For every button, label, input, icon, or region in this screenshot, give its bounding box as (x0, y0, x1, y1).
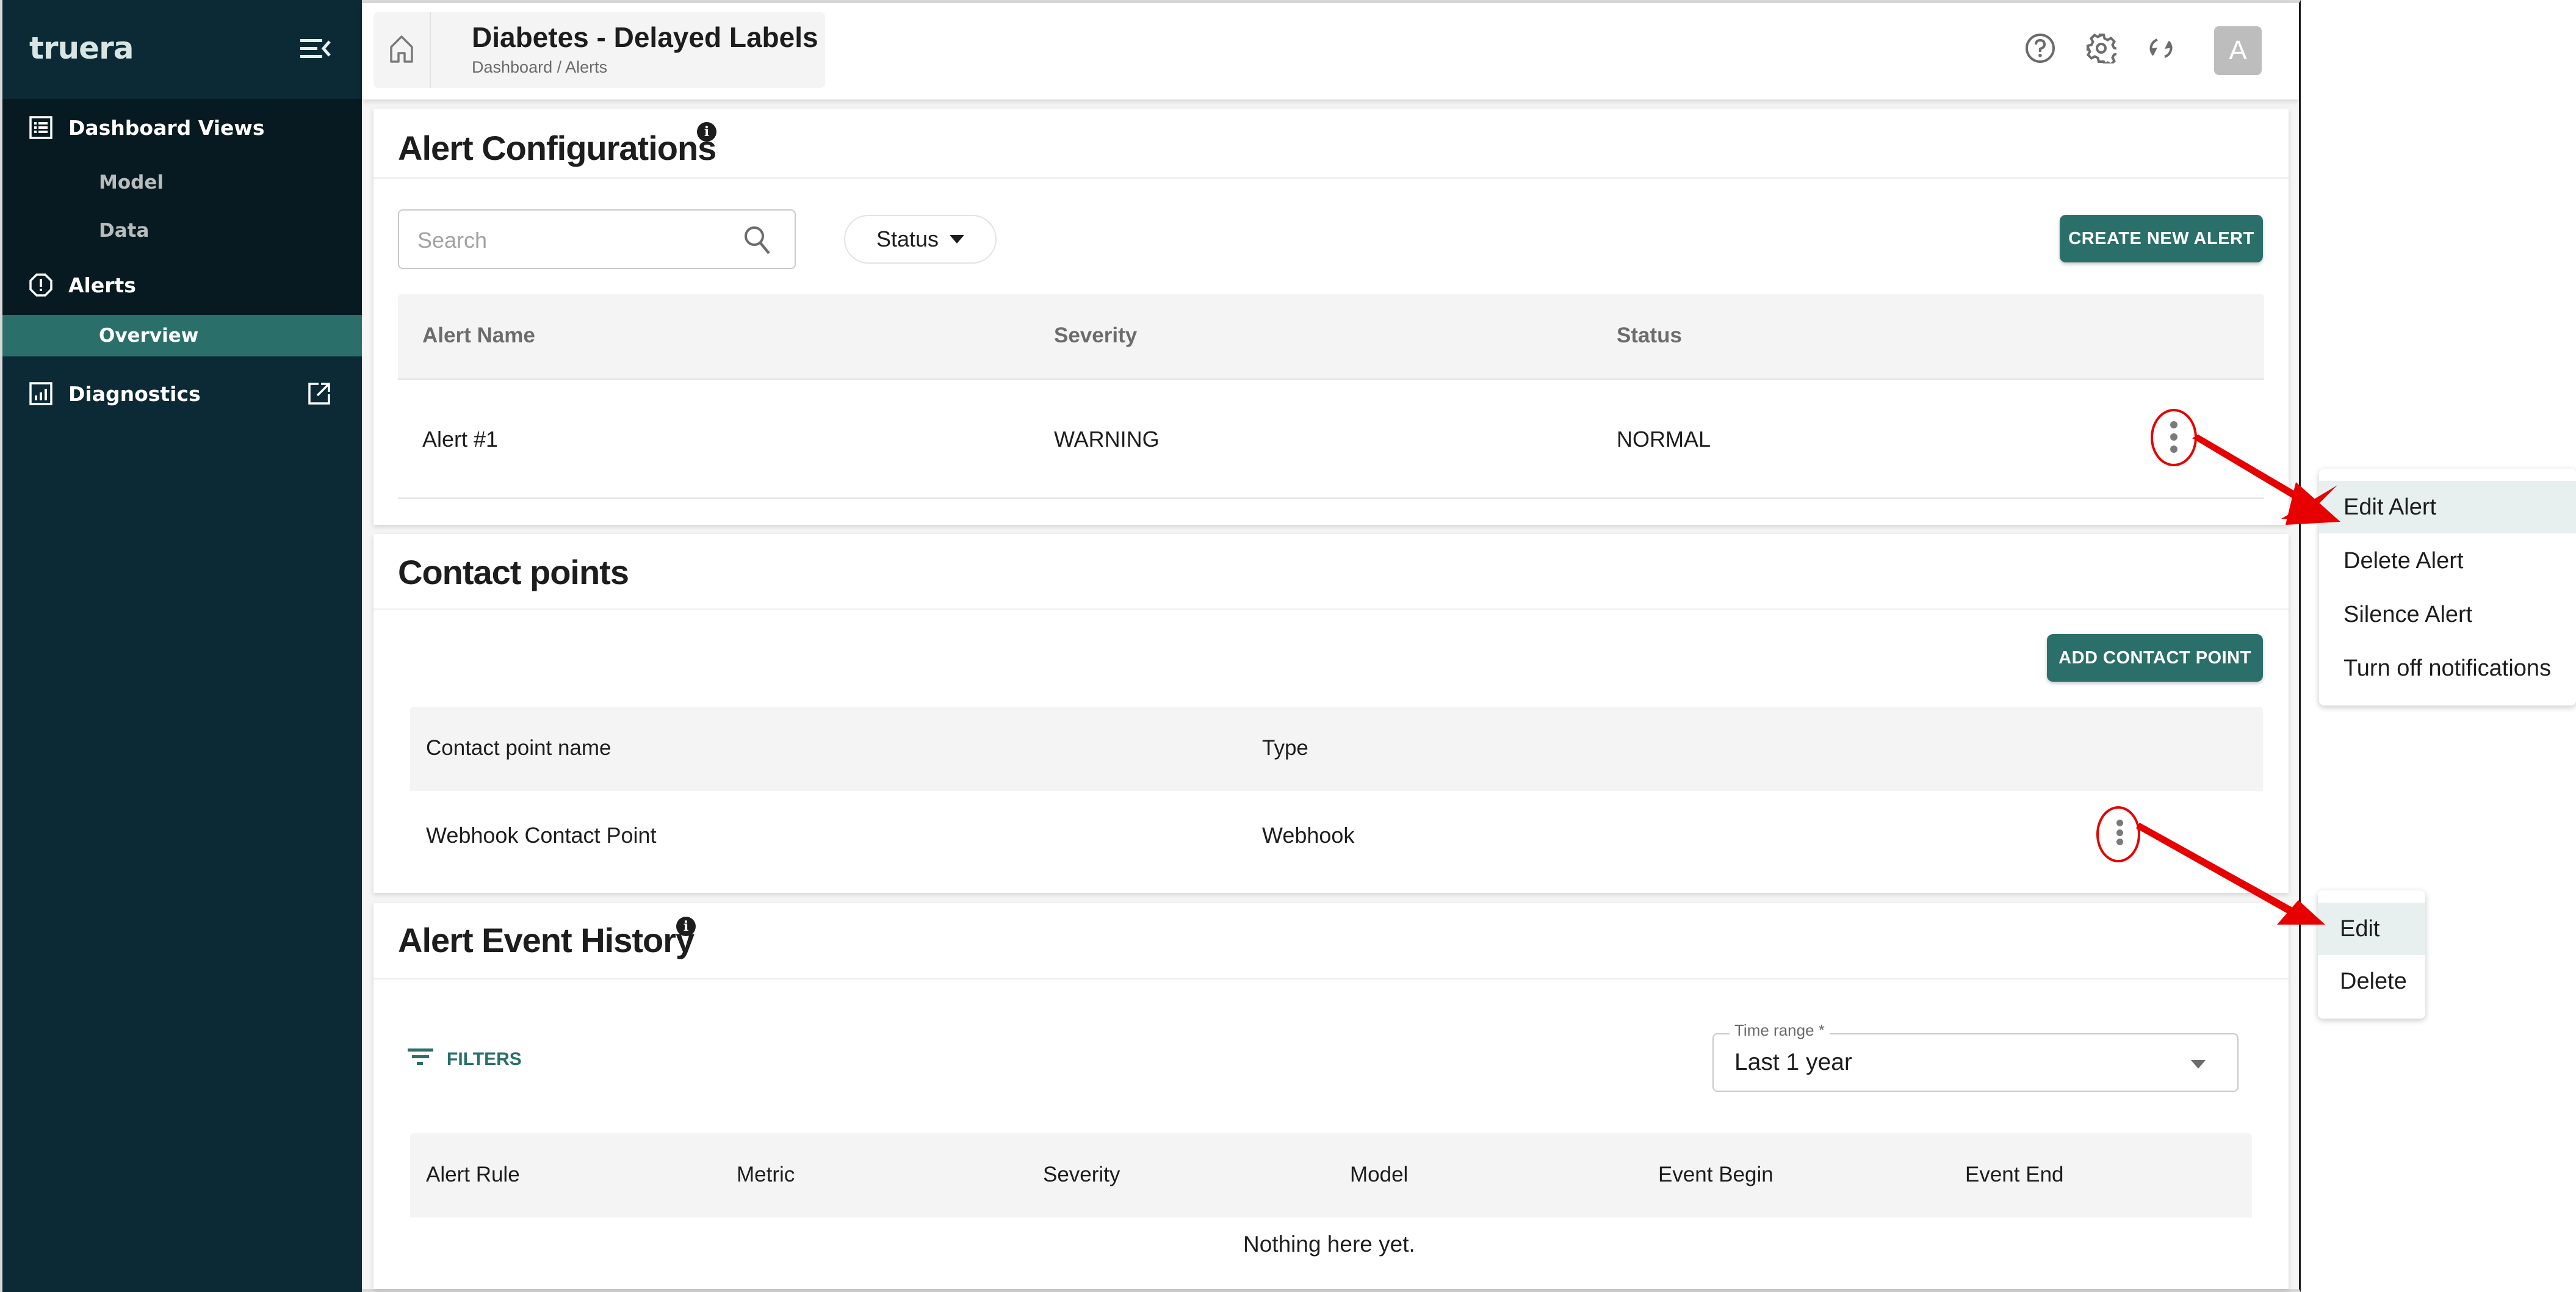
annotation-circle (2151, 409, 2197, 466)
menu-item-edit-alert[interactable]: Edit Alert (2319, 481, 2576, 533)
sidebar-header: truera (2, 0, 362, 99)
menu-item-edit[interactable]: Edit (2318, 903, 2425, 955)
table-row[interactable]: Alert #1 WARNING NORMAL (398, 380, 2264, 497)
alert-octagon-icon (29, 273, 52, 297)
column-header-severity[interactable]: Severity (1043, 1163, 1120, 1187)
sidebar-item-label: Dashboard Views (68, 115, 265, 140)
time-range-select[interactable]: Time range * Last 1 year (1712, 1021, 2239, 1092)
alert-actions-menu: Edit Alert Delete Alert Silence Alert Tu… (2319, 469, 2576, 706)
help-button[interactable] (2025, 33, 2055, 67)
avatar[interactable]: A (2214, 26, 2262, 75)
row-divider (398, 497, 2264, 499)
filter-icon (408, 1047, 433, 1072)
menu-item-silence-alert[interactable]: Silence Alert (2319, 588, 2576, 641)
chart-icon (29, 382, 52, 405)
alert-configurations-card: Alert Configurations i Status CREATE NEW… (373, 109, 2289, 525)
menu-item-delete[interactable]: Delete (2318, 955, 2425, 1008)
table-row[interactable]: Webhook Contact Point Webhook (410, 791, 2263, 882)
alert-severity-cell: WARNING (1054, 427, 1160, 452)
annotation-circle (2096, 806, 2140, 862)
caret-down-icon (2191, 1060, 2206, 1069)
column-header-alert-rule[interactable]: Alert Rule (426, 1163, 520, 1187)
home-icon (389, 35, 414, 66)
contact-name-cell: Webhook Contact Point (426, 823, 657, 848)
truera-logo[interactable]: truera (29, 31, 134, 66)
alert-event-history-title: Alert Event History (398, 921, 695, 959)
empty-state-message: Nothing here yet. (1243, 1232, 1415, 1257)
card-divider (373, 978, 2289, 980)
alert-event-history-card: Alert Event History i FILTERS Time range… (373, 903, 2289, 1289)
sidebar-item-dashboard-views[interactable]: Dashboard Views (2, 104, 362, 151)
search-icon[interactable] (743, 225, 771, 259)
breadcrumb: Dashboard / Alerts (472, 58, 608, 76)
alert-name-cell: Alert #1 (422, 427, 499, 452)
list-icon (29, 116, 52, 139)
caret-down-icon (950, 235, 965, 244)
alert-search-input[interactable] (417, 225, 710, 256)
sidebar-item-data[interactable]: Data (2, 207, 362, 254)
project-title: Diabetes - Delayed Labels (472, 21, 818, 53)
column-header-type[interactable]: Type (1262, 736, 1308, 760)
time-range-value: Last 1 year (1734, 1049, 1852, 1075)
sidebar-item-alerts[interactable]: Alerts (2, 261, 362, 309)
home-button[interactable] (373, 12, 431, 88)
alert-status-cell: NORMAL (1617, 427, 1711, 452)
sidebar-item-model[interactable]: Model (2, 159, 362, 206)
sidebar-item-label: Alerts (68, 273, 136, 297)
alert-configurations-title: Alert Configurations (398, 129, 716, 167)
column-header-event-begin[interactable]: Event Begin (1658, 1163, 1773, 1187)
column-header-metric[interactable]: Metric (737, 1163, 795, 1187)
column-header-alert-name[interactable]: Alert Name (422, 323, 535, 348)
contact-points-card: Contact points ADD CONTACT POINT Contact… (373, 534, 2289, 893)
sidebar-item-label: Model (99, 171, 164, 193)
sidebar-item-diagnostics[interactable]: Diagnostics (2, 370, 362, 417)
column-header-status[interactable]: Status (1617, 323, 1682, 348)
filters-button[interactable]: FILTERS (408, 1047, 522, 1072)
card-divider (373, 608, 2289, 610)
info-icon[interactable]: i (676, 917, 696, 936)
column-header-event-end[interactable]: Event End (1965, 1163, 2064, 1187)
collapse-sidebar-icon[interactable] (300, 38, 331, 60)
alert-table-header: Alert Name Severity Status (398, 294, 2264, 378)
event-history-table-header: Alert Rule Metric Severity Model Event B… (410, 1133, 2252, 1218)
sidebar-item-label: Overview (99, 325, 199, 347)
info-icon[interactable]: i (697, 122, 716, 142)
sidebar-item-overview[interactable]: Overview (2, 315, 362, 356)
add-contact-point-button[interactable]: ADD CONTACT POINT (2047, 634, 2263, 682)
refresh-button[interactable] (2146, 34, 2176, 65)
column-header-contact-point-name[interactable]: Contact point name (426, 736, 612, 760)
settings-button[interactable] (2086, 33, 2119, 67)
settings-icon (2086, 33, 2119, 67)
contact-points-title: Contact points (398, 553, 629, 591)
alert-search-field (398, 209, 796, 269)
sidebar: truera Dashboard Views Model Data Alerts… (0, 0, 362, 1292)
sidebar-item-label: Data (99, 220, 150, 242)
create-new-alert-button[interactable]: CREATE NEW ALERT (2060, 215, 2263, 262)
column-header-severity[interactable]: Severity (1054, 323, 1137, 348)
menu-item-delete-alert[interactable]: Delete Alert (2319, 535, 2576, 587)
column-header-model[interactable]: Model (1350, 1163, 1408, 1187)
refresh-icon (2146, 33, 2176, 67)
card-divider (373, 177, 2289, 179)
sidebar-item-label: Diagnostics (68, 381, 201, 406)
contact-type-cell: Webhook (1262, 823, 1355, 848)
help-icon (2025, 33, 2055, 67)
contact-point-actions-menu: Edit Delete (2318, 890, 2425, 1019)
menu-item-turn-off-notifications[interactable]: Turn off notifications (2319, 642, 2576, 695)
status-filter-label: Status (876, 226, 939, 251)
contact-table-header: Contact point name Type (410, 707, 2263, 791)
status-filter-dropdown[interactable]: Status (844, 215, 997, 264)
filters-label: FILTERS (447, 1049, 522, 1069)
external-link-icon[interactable] (308, 382, 331, 405)
time-range-label: Time range * (1730, 1021, 1830, 1040)
